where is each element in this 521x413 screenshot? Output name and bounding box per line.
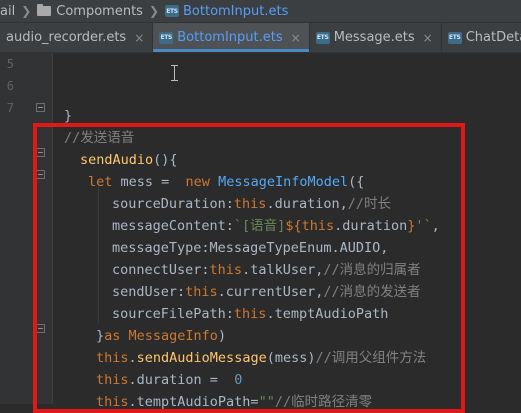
code-token: connectUser: <box>112 262 210 278</box>
code-line[interactable]: messageContent:`[语音]${this.duration}'`, <box>112 215 440 237</box>
tab-label: audio_recorder.ets <box>6 30 127 45</box>
indent-guide <box>98 183 99 323</box>
code-token: //消息的发送者 <box>323 284 421 300</box>
breadcrumb-label: BottomInput.ets <box>183 3 289 19</box>
code-token: this <box>209 262 243 278</box>
code-token: sourceDuration: <box>112 196 234 212</box>
gutter-divider <box>52 53 53 404</box>
code-token: messageContent: <box>112 218 234 234</box>
code-token: this <box>96 350 129 366</box>
code-token: ) <box>217 328 227 344</box>
ets-file-icon: ETS <box>447 31 462 44</box>
code-token: //时长 <box>347 196 391 212</box>
code-token: sourceFilePath: <box>112 306 234 322</box>
code-token: //调用父组件方法 <box>315 350 427 366</box>
close-icon[interactable]: × <box>291 31 301 45</box>
code-token: .temptAudioPath <box>266 306 389 322</box>
code-token: } <box>96 328 105 344</box>
code-token: "" <box>258 394 275 410</box>
code-token: this <box>233 196 267 212</box>
ets-file-icon: ETS <box>315 31 330 44</box>
folder-icon <box>37 4 52 16</box>
fold-marker-icon[interactable] <box>36 324 45 333</box>
code-token: . <box>128 350 137 366</box>
code-token: //临时路径清零 <box>274 394 373 410</box>
ets-file-icon: ETS <box>159 31 174 44</box>
code-token: messageType:MessageTypeEnum.AUDIO, <box>112 240 389 256</box>
code-token: this <box>301 218 335 234</box>
code-token: new <box>185 174 219 190</box>
code-token: this <box>233 306 267 322</box>
code-token: `[语音] <box>233 218 286 234</box>
code-line[interactable]: sourceFilePath:this.temptAudioPath <box>112 303 388 325</box>
code-token: this <box>185 284 218 300</box>
code-token: .duration <box>334 218 408 234</box>
code-editor[interactable]: 5 6 7 }//发送语音 sendAudio(){let mess = new … <box>0 53 521 413</box>
code-token: this <box>96 394 129 410</box>
breadcrumb: ail ❯ Compoments ❯ ETS BottomInput.ets <box>0 0 521 23</box>
tab-label: Message.ets <box>333 30 415 45</box>
fold-marker-icon[interactable] <box>36 170 45 179</box>
code-token: MessageInfo <box>128 328 218 344</box>
code-line[interactable]: messageType:MessageTypeEnum.AUDIO, <box>112 237 388 259</box>
breadcrumb-label: Compoments <box>56 3 143 19</box>
tab-message[interactable]: ETS Message.ets × <box>310 23 442 52</box>
code-token: .duration = <box>128 372 235 388</box>
close-icon[interactable]: × <box>423 31 433 45</box>
code-token: .currentUser, <box>217 284 324 300</box>
line-number: 6 <box>6 79 14 93</box>
tab-label: ChatDetail.ets <box>465 30 521 45</box>
breadcrumb-item-ail[interactable]: ail <box>0 4 15 19</box>
code-token: this <box>96 372 129 388</box>
line-number: 7 <box>6 101 14 115</box>
code-token: MessageInfoModel <box>218 174 349 190</box>
code-token: .temptAudioPath= <box>128 394 259 410</box>
code-token: (mess) <box>266 350 316 366</box>
code-line[interactable]: this.temptAudioPath=""//临时路径清零 <box>96 391 372 413</box>
code-token: ({ <box>348 174 365 190</box>
code-line[interactable]: sendAudio(){ <box>80 149 178 171</box>
code-line[interactable]: //发送语音 <box>64 127 134 149</box>
code-token: ${ <box>285 218 302 234</box>
code-token: mess = <box>120 174 186 190</box>
code-line[interactable]: connectUser:this.talkUser,//消息的归属者 <box>112 259 421 281</box>
code-token: } <box>64 108 73 124</box>
tab-chat-detail[interactable]: ETS ChatDetail.ets <box>442 23 521 52</box>
ets-file-icon: ETS <box>165 5 179 17</box>
editor-tab-bar: audio_recorder.ets × ETS BottomInput.ets… <box>0 23 521 53</box>
tab-audio-recorder[interactable]: audio_recorder.ets × <box>0 23 154 52</box>
code-token: 0 <box>234 372 243 388</box>
code-line[interactable]: this.sendAudioMessage(mess)//调用父组件方法 <box>96 347 426 369</box>
code-token: //消息的归属者 <box>323 262 421 278</box>
code-line[interactable]: sendUser:this.currentUser,//消息的发送者 <box>112 281 421 303</box>
fold-marker-icon[interactable] <box>36 148 45 157</box>
code-token: let <box>88 174 121 190</box>
code-token: (){ <box>153 152 178 168</box>
close-icon[interactable]: × <box>134 31 144 45</box>
code-token: '` <box>415 218 432 234</box>
breadcrumb-item-compoments[interactable]: Compoments <box>37 4 143 19</box>
code-token: sendUser: <box>112 284 186 300</box>
code-token: .duration, <box>266 196 348 212</box>
tab-label: BottomInput.ets <box>177 30 283 45</box>
code-line[interactable]: this.duration = 0 <box>96 369 242 391</box>
code-token: sendAudioMessage <box>136 350 267 366</box>
code-line[interactable]: }as MessageInfo) <box>96 325 226 347</box>
code-token: as <box>104 328 129 344</box>
breadcrumb-label: ail <box>0 3 16 19</box>
line-number: 5 <box>6 57 14 71</box>
tab-bottom-input[interactable]: ETS BottomInput.ets × <box>153 23 310 52</box>
breadcrumb-item-bottominput[interactable]: ETS BottomInput.ets <box>165 4 288 19</box>
fold-marker-icon[interactable] <box>36 103 45 112</box>
chevron-right-icon: ❯ <box>148 4 159 18</box>
code-line[interactable]: } <box>64 105 72 127</box>
code-token: .talkUser, <box>242 262 324 278</box>
text-cursor-icon <box>171 65 178 81</box>
code-token: , <box>431 218 440 234</box>
code-line[interactable]: let mess = new MessageInfoModel({ <box>88 171 364 193</box>
code-line[interactable]: sourceDuration:this.duration,//时长 <box>112 193 391 215</box>
code-token: sendAudio <box>80 152 154 168</box>
chevron-right-icon: ❯ <box>21 4 32 18</box>
code-token: //发送语音 <box>64 130 135 146</box>
